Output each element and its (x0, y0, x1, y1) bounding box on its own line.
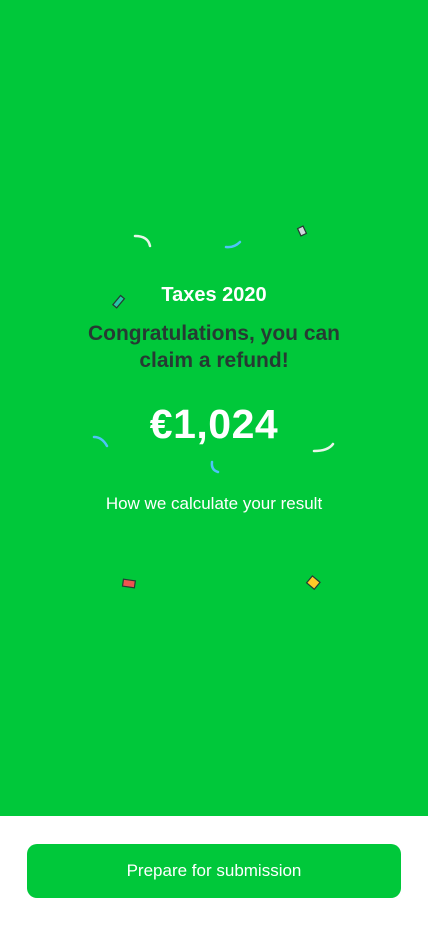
bottom-action-bar: Prepare for submission (0, 816, 428, 926)
refund-result-screen: Taxes 2020 Congratulations, you can clai… (0, 0, 428, 926)
refund-amount: €1,024 (149, 401, 279, 447)
prepare-submission-button[interactable]: Prepare for submission (27, 844, 401, 898)
calculation-explanation-link[interactable]: How we calculate your result (0, 494, 428, 514)
refund-headline: Congratulations, you can claim a refund! (87, 322, 341, 372)
confetti-arc (210, 460, 220, 474)
tax-year-title: Taxes 2020 (161, 284, 267, 306)
confetti-arc (133, 234, 152, 248)
confetti-arc (224, 240, 242, 249)
confetti-piece (121, 578, 137, 589)
result-hero-panel: Taxes 2020 Congratulations, you can clai… (0, 0, 428, 816)
confetti-piece (296, 225, 308, 237)
confetti-piece (305, 575, 321, 591)
